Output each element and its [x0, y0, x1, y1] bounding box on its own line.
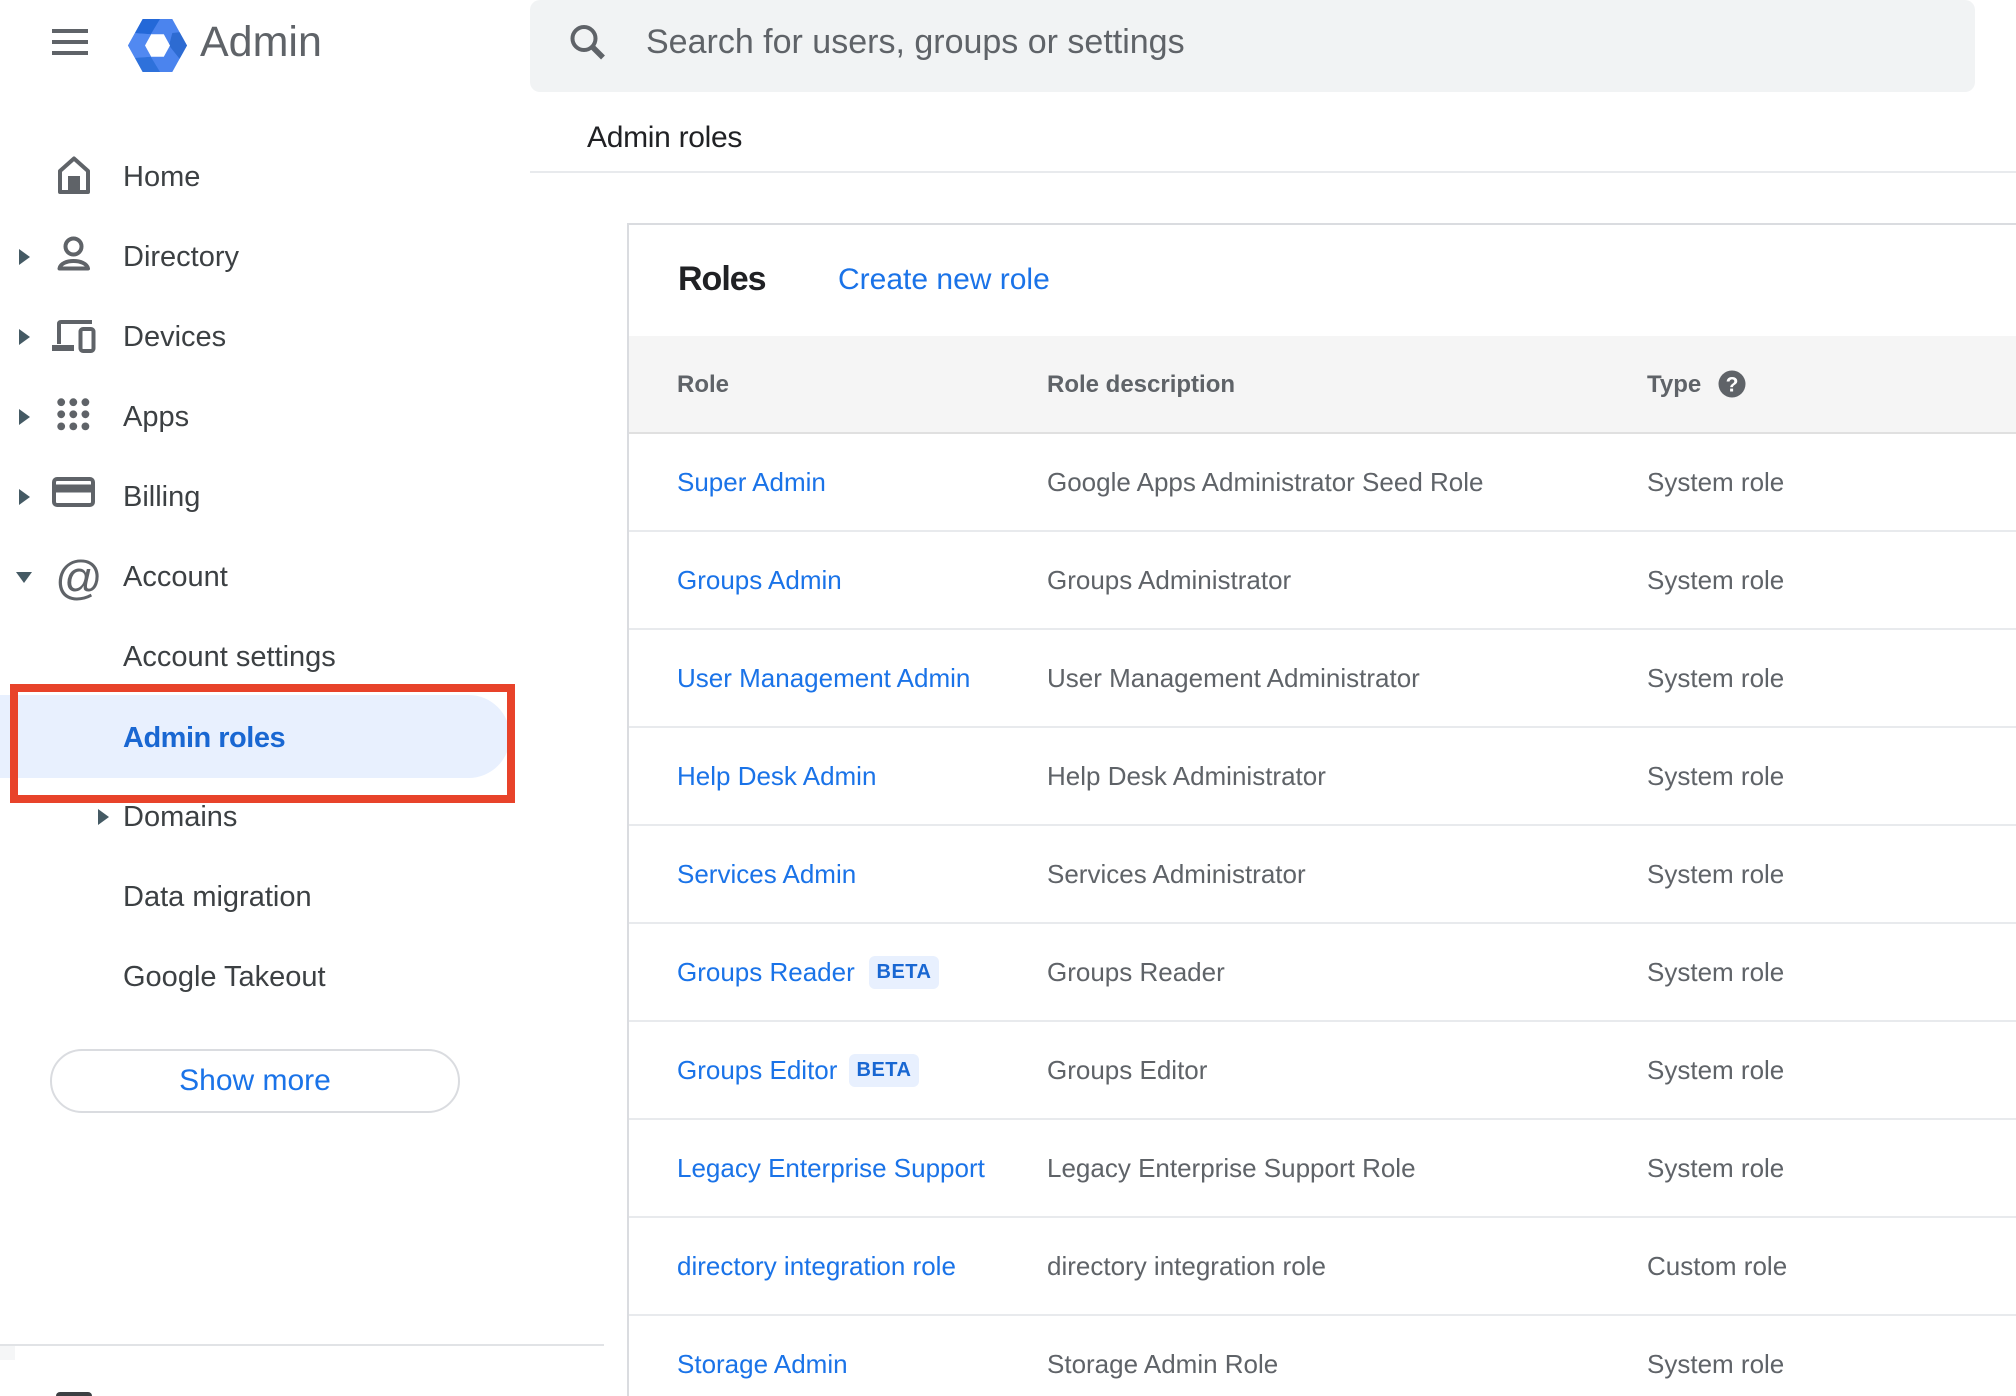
svg-text:?: ?: [1726, 374, 1739, 397]
